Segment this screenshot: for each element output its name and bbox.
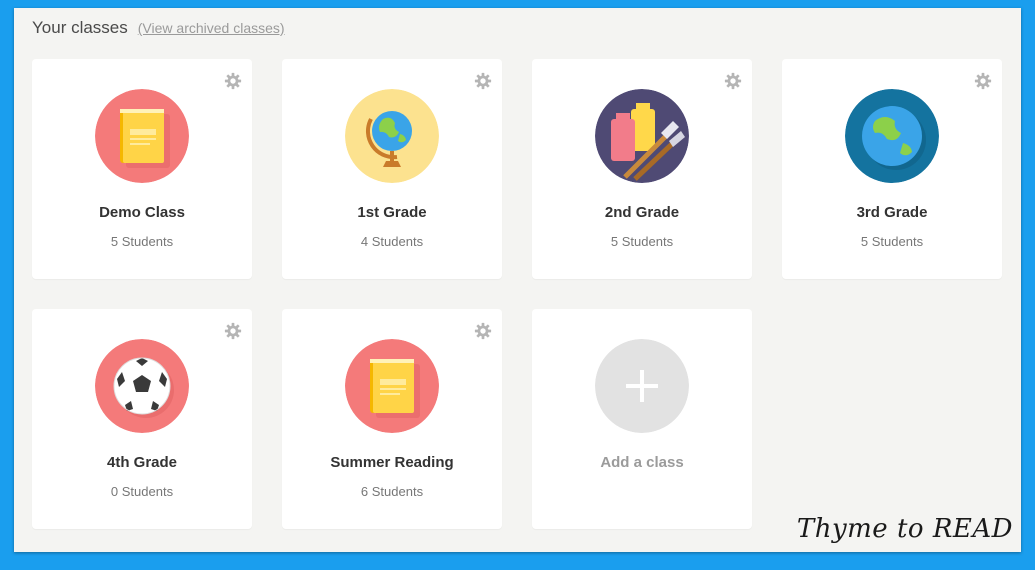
- student-count: 6 Students: [360, 484, 424, 499]
- gear-icon[interactable]: [974, 72, 992, 90]
- earth-icon: [845, 89, 939, 183]
- gear-icon[interactable]: [474, 72, 492, 90]
- class-name: 4th Grade: [106, 454, 178, 471]
- gear-icon[interactable]: [224, 322, 242, 340]
- book-icon: [95, 89, 189, 183]
- student-count: 5 Students: [110, 234, 174, 249]
- gear-icon[interactable]: [724, 72, 742, 90]
- book-icon: [345, 339, 439, 433]
- soccer-ball-icon: [95, 339, 189, 433]
- student-count: 5 Students: [860, 234, 924, 249]
- class-name: 3rd Grade: [856, 204, 928, 221]
- class-card-summer-reading[interactable]: Summer Reading 6 Students: [282, 309, 502, 529]
- class-card-1st-grade[interactable]: 1st Grade 4 Students: [282, 59, 502, 279]
- class-card-2nd-grade[interactable]: 2nd Grade 5 Students: [532, 59, 752, 279]
- globe-icon: [345, 89, 439, 183]
- add-class-label: Add a class: [600, 454, 684, 471]
- class-card-demo-class[interactable]: Demo Class 5 Students: [32, 59, 252, 279]
- add-class-card[interactable]: Add a class: [532, 309, 752, 529]
- class-name: Demo Class: [99, 204, 185, 221]
- student-count: 0 Students: [110, 484, 174, 499]
- class-name: Summer Reading: [330, 454, 454, 471]
- student-count: 4 Students: [360, 234, 424, 249]
- gear-icon[interactable]: [474, 322, 492, 340]
- watermark-text: Thyme to READ: [796, 514, 1013, 544]
- class-card-4th-grade[interactable]: 4th Grade 0 Students: [32, 309, 252, 529]
- student-count: 5 Students: [610, 234, 674, 249]
- class-card-3rd-grade[interactable]: 3rd Grade 5 Students: [782, 59, 1002, 279]
- class-name: 2nd Grade: [604, 204, 680, 221]
- paint-supplies-icon: [595, 89, 689, 183]
- class-name: 1st Grade: [357, 204, 427, 221]
- plus-icon[interactable]: [595, 339, 689, 433]
- classes-header: Your classes (View archived classes): [32, 18, 285, 38]
- classes-panel: Your classes (View archived classes) Dem…: [14, 8, 1021, 552]
- gear-icon[interactable]: [224, 72, 242, 90]
- page-title: Your classes: [32, 18, 128, 37]
- view-archived-classes-link[interactable]: (View archived classes): [138, 20, 285, 36]
